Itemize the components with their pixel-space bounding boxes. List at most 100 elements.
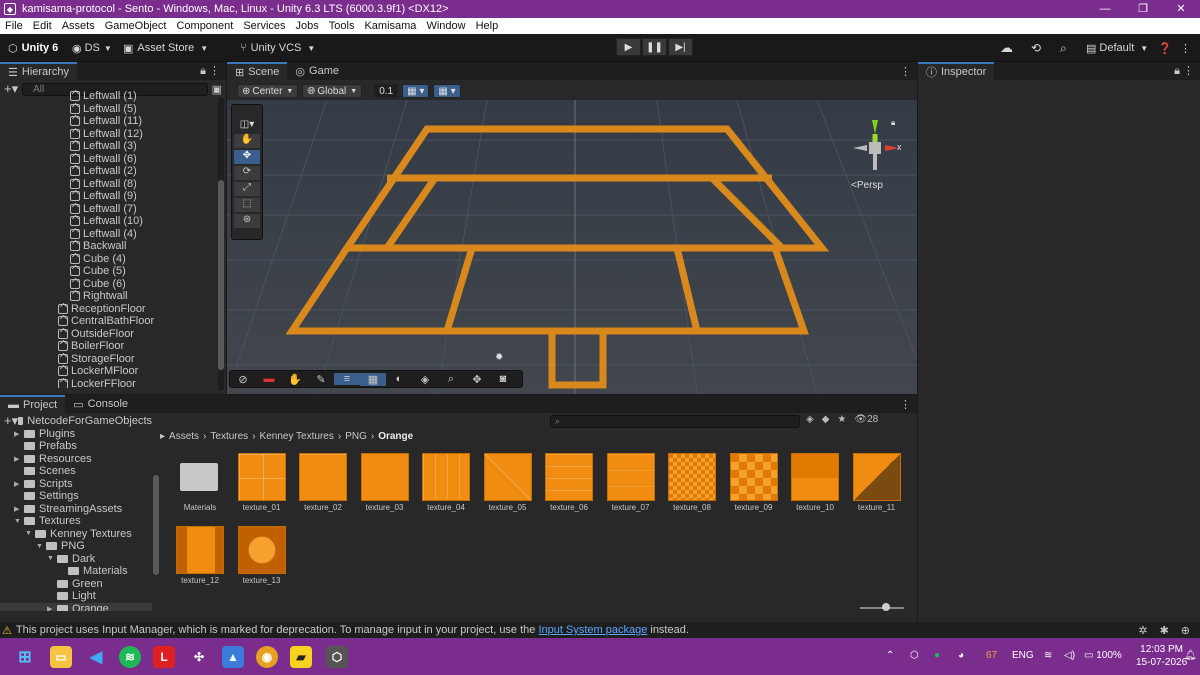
zoom-slider[interactable] [860,603,904,611]
cloud-icon[interactable]: ☁ [1000,39,1013,57]
hierarchy-item[interactable]: Cube (5) [0,265,215,278]
effects-icon[interactable]: ◈ [412,373,438,386]
hierarchy-item[interactable]: LockerFFloor [0,378,215,388]
compass-icon[interactable]: ⊘ [230,373,256,386]
project-folder-item[interactable]: Light [0,590,152,603]
texture-thumbnail[interactable] [176,526,224,574]
scrollbar-thumb[interactable] [218,180,224,370]
project-folder-item[interactable]: ▶ Orange [0,602,152,611]
help-icon[interactable]: ❓ [1158,39,1172,57]
menu-help[interactable]: Help [471,20,504,32]
shading-icon[interactable]: ◐ [386,373,412,385]
perspective-label[interactable]: <Persp [851,180,883,191]
tab-hierarchy[interactable]: ☰ Hierarchy [0,62,77,80]
menu-component[interactable]: Component [171,20,238,32]
texture-thumbnail[interactable] [545,453,593,501]
texture-thumbnail[interactable] [299,453,347,501]
move-tool-icon[interactable]: ✥ [234,150,260,164]
record-icon[interactable]: ▬ [256,373,282,385]
tab-console[interactable]: ▭ Console [65,395,136,413]
hierarchy-item[interactable]: StorageFloor [0,353,215,366]
breadcrumb-item[interactable]: Orange [378,431,413,442]
notification-icon[interactable]: 🔔︎ [1184,650,1197,661]
tray-spotify-icon[interactable]: ● [934,650,940,661]
vscode-icon[interactable]: ◀ [85,646,107,668]
tray-badge[interactable]: 67 [986,650,997,661]
menu-tools[interactable]: Tools [324,20,360,32]
project-folder-item[interactable]: ▼ Kenney Textures [0,528,152,541]
tree-arrow-icon[interactable]: ▶ [14,430,24,438]
texture-thumbnail[interactable] [729,453,778,501]
hierarchy-item[interactable]: Leftwall (8) [0,178,215,191]
project-folder-item[interactable]: Materials [0,565,152,578]
rect-tool-icon[interactable]: ⬚ [234,198,260,212]
sliders-icon[interactable]: ≡ [334,373,360,385]
language-indicator[interactable]: ENG [1012,650,1034,661]
asset-store-dropdown[interactable]: ▣ Asset Store ▼ [123,39,208,57]
file-explorer-icon[interactable]: ▭ [50,646,72,668]
globe-icon[interactable]: ⊕ [1181,624,1190,637]
hierarchy-item[interactable]: Leftwall (3) [0,140,215,153]
project-folder-item[interactable]: NetcodeForGameObjects [0,415,152,428]
tree-arrow-icon[interactable]: ▶ [14,480,24,488]
grid-snap-dropdown[interactable]: ▦ ▾ [402,84,430,98]
hand-tool-icon[interactable]: ✋ [234,134,260,148]
tree-arrow-icon[interactable]: ▼ [36,543,46,550]
hierarchy-item[interactable]: Cube (4) [0,253,215,266]
texture-thumbnail[interactable] [606,453,655,501]
project-folder-item[interactable]: Settings [0,490,152,503]
unity-hub-icon[interactable]: ⬡ [326,646,348,668]
orientation-gizmo[interactable]: x 🔒︎ [845,118,905,178]
clock[interactable]: 12:03 PM 15-07-2026 [1136,643,1187,669]
hierarchy-item[interactable]: Cube (6) [0,278,215,291]
snap-input[interactable]: 0.1 [374,84,399,98]
pivot-dropdown[interactable]: ⊕ Center ▼ [237,84,299,98]
texture-thumbnail[interactable] [852,453,901,501]
breadcrumb-item[interactable]: Kenney Textures [260,431,334,442]
edit-icon[interactable]: ✎ [308,373,334,386]
texture-thumbnail[interactable] [237,526,286,574]
hand-icon[interactable]: ✋ [282,373,308,386]
tab-game[interactable]: ◎ Game [287,62,347,80]
scale-tool-icon[interactable]: ⤢ [234,182,260,196]
hierarchy-item[interactable]: Leftwall (10) [0,215,215,228]
more-icon[interactable]: ⋮ [900,398,911,411]
breadcrumb-item[interactable]: Textures [210,431,248,442]
tree-arrow-icon[interactable]: ▼ [14,518,24,525]
breadcrumb-item[interactable]: PNG [345,431,367,442]
grid-icon[interactable]: ▦ [360,372,386,386]
hierarchy-item[interactable]: Leftwall (9) [0,190,215,203]
project-search-input[interactable]: ⌕ [550,415,800,428]
hierarchy-item[interactable]: LockerMFloor [0,365,215,378]
hierarchy-item[interactable]: Leftwall (1) [0,90,215,103]
play-button[interactable]: ▶ [616,38,641,56]
tray-unity-icon[interactable]: ⬡ [910,650,919,661]
hierarchy-item[interactable]: OutsideFloor [0,328,215,341]
camera-icon[interactable]: ◙ [490,373,516,385]
tab-scene[interactable]: ⊞ Scene [227,62,288,80]
texture-thumbnail[interactable] [237,453,286,501]
hierarchy-item[interactable]: BoilerFloor [0,340,215,353]
texture-thumbnail[interactable] [360,453,409,501]
lock-icon[interactable]: 🔒︎ ⋮ [200,64,220,78]
move-icon[interactable]: ✥ [464,373,490,386]
project-folder-item[interactable]: Green [0,578,152,591]
spotify-icon[interactable]: ≋ [119,646,141,668]
hierarchy-item[interactable]: Leftwall (12) [0,128,215,141]
pause-button[interactable]: ❚❚ [642,38,667,56]
hierarchy-item[interactable]: Rightwall [0,290,215,303]
tab-project[interactable]: ▬ Project [0,395,66,413]
hierarchy-item[interactable]: ReceptionFloor [0,303,215,316]
hierarchy-item[interactable]: Backwall [0,240,215,253]
hierarchy-item[interactable]: Leftwall (7) [0,203,215,216]
menu-assets[interactable]: Assets [57,20,100,32]
label-icon[interactable]: ◆ [822,414,830,425]
vcs-dropdown[interactable]: ⑂ Unity VCS ▼ [240,39,315,57]
maximize-button[interactable]: ❐ [1124,0,1162,18]
photos-icon[interactable]: ▲ [222,646,244,668]
breadcrumb-item[interactable]: Assets [169,431,199,442]
windows-start-icon[interactable]: ⊞ [14,646,36,668]
volume-icon[interactable]: ◁) [1064,650,1075,661]
minimize-button[interactable]: — [1086,0,1124,18]
zoom-slider-thumb[interactable] [882,603,890,611]
